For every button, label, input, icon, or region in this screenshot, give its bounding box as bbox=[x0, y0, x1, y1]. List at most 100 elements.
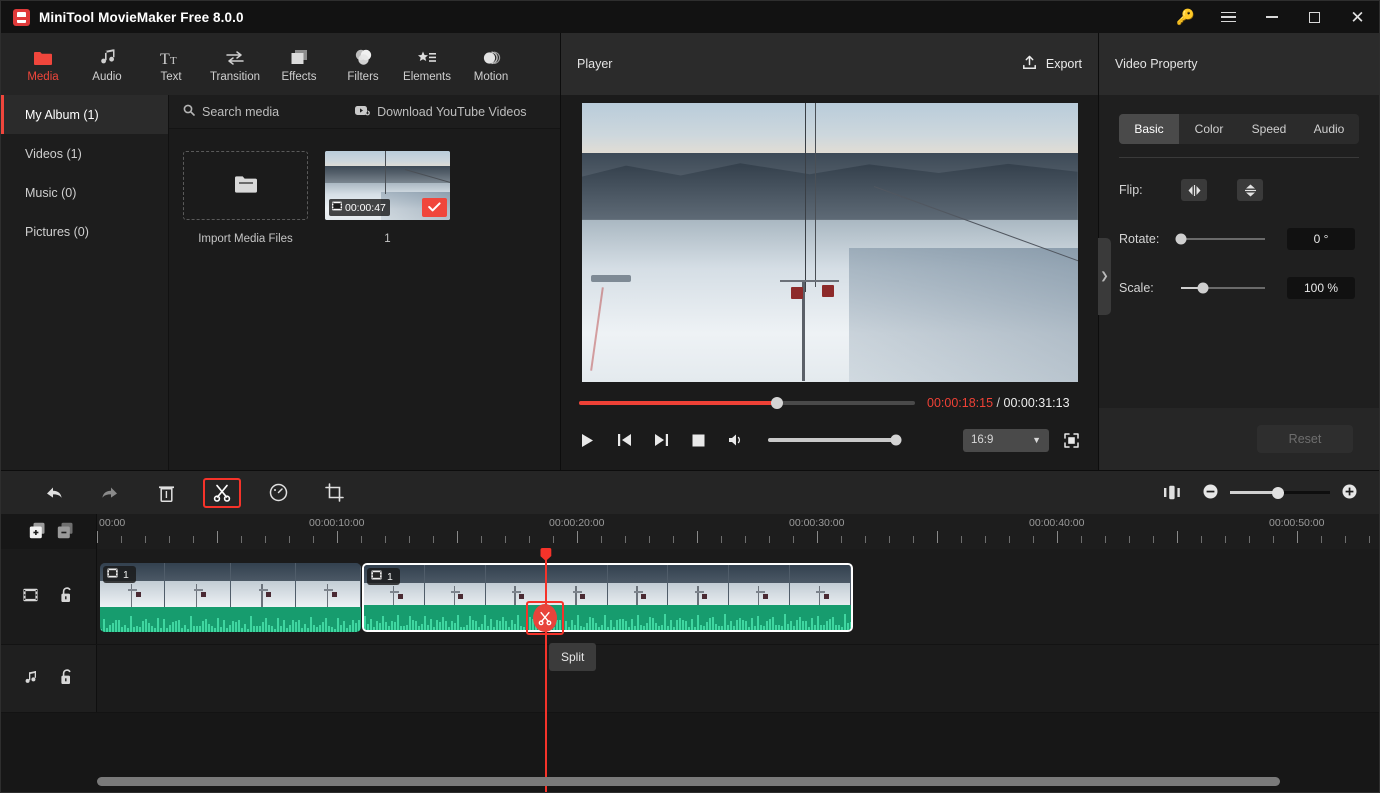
nav-item-elements[interactable]: Elements bbox=[395, 36, 459, 92]
import-media-cell: Import Media Files bbox=[183, 151, 308, 245]
ruler-tick-minor bbox=[673, 536, 674, 543]
rotate-slider[interactable] bbox=[1175, 233, 1265, 245]
add-track-icon[interactable] bbox=[29, 522, 46, 542]
scale-slider[interactable] bbox=[1181, 282, 1265, 294]
tab-speed[interactable]: Speed bbox=[1239, 114, 1299, 144]
ruler-tick-minor bbox=[313, 536, 314, 543]
minimize-icon[interactable] bbox=[1250, 1, 1293, 33]
timeline-toolbar bbox=[1, 470, 1379, 514]
timeline-ruler[interactable]: 00:00 00:00:10:00 00:00:20:00 00:00:30:00 00… bbox=[97, 514, 1379, 549]
scale-label: Scale: bbox=[1119, 281, 1154, 295]
search-input[interactable]: Search media bbox=[183, 104, 279, 119]
upload-icon bbox=[1022, 55, 1037, 73]
import-media-button[interactable] bbox=[183, 151, 308, 220]
fit-timeline-icon[interactable] bbox=[1153, 478, 1191, 508]
stop-icon[interactable] bbox=[690, 432, 707, 449]
sidebar-item-videos[interactable]: Videos (1) bbox=[1, 134, 168, 173]
timeline: 00:00 00:00:10:00 00:00:20:00 00:00:30:00 00… bbox=[1, 514, 1379, 792]
maximize-icon[interactable] bbox=[1293, 1, 1336, 33]
volume-icon[interactable] bbox=[727, 432, 744, 449]
seek-bar[interactable] bbox=[579, 397, 915, 409]
volume-slider[interactable] bbox=[768, 434, 902, 446]
download-youtube-label: Download YouTube Videos bbox=[377, 104, 527, 119]
ruler-tick-minor bbox=[1249, 536, 1250, 543]
split-marker-button[interactable] bbox=[526, 601, 564, 635]
rotate-value[interactable]: 0 ° bbox=[1287, 228, 1355, 250]
nav-label: Transition bbox=[209, 70, 261, 83]
nav-item-motion[interactable]: Motion bbox=[459, 36, 523, 92]
aspect-ratio-select[interactable]: 16:9 ▼ bbox=[963, 428, 1049, 452]
split-button[interactable] bbox=[203, 477, 241, 508]
video-track-body[interactable]: 11 bbox=[97, 549, 1379, 644]
undo-button[interactable] bbox=[35, 478, 73, 508]
media-selected-checkbox[interactable] bbox=[422, 198, 447, 217]
seek-handle[interactable] bbox=[771, 397, 784, 409]
tab-basic[interactable]: Basic bbox=[1119, 114, 1179, 144]
chevron-right-icon[interactable]: ❯ bbox=[1098, 238, 1111, 315]
sidebar-item-my-album[interactable]: My Album (1) bbox=[1, 95, 168, 134]
nav-item-text[interactable]: TT Text bbox=[139, 36, 203, 92]
delete-button[interactable] bbox=[147, 478, 185, 508]
volume-handle[interactable] bbox=[890, 434, 902, 446]
key-icon[interactable]: 🔑 bbox=[1164, 1, 1207, 33]
zoom-out-icon[interactable] bbox=[1203, 484, 1218, 502]
sidebar-item-pictures[interactable]: Pictures (0) bbox=[1, 212, 168, 251]
tab-label: Speed bbox=[1251, 122, 1287, 136]
clip-label: 1 bbox=[123, 568, 129, 581]
crop-button[interactable] bbox=[315, 478, 353, 508]
nav-item-transition[interactable]: Transition bbox=[203, 36, 267, 92]
scale-value[interactable]: 100 % bbox=[1287, 277, 1355, 299]
film-strip-icon bbox=[332, 201, 342, 214]
ruler-tick-minor bbox=[649, 536, 650, 543]
nav-label: Motion bbox=[473, 70, 509, 83]
video-stage bbox=[561, 95, 1098, 386]
speed-button[interactable] bbox=[259, 478, 297, 508]
nav-item-audio[interactable]: Audio bbox=[75, 36, 139, 92]
video-preview[interactable] bbox=[581, 102, 1078, 382]
unlock-icon[interactable] bbox=[60, 587, 74, 606]
property-header: Video Property bbox=[1099, 33, 1379, 95]
redo-button[interactable] bbox=[91, 478, 129, 508]
nav-item-media[interactable]: Media bbox=[11, 36, 75, 92]
reset-button[interactable]: Reset bbox=[1257, 425, 1353, 453]
zoom-slider-handle[interactable] bbox=[1272, 486, 1284, 499]
seek-fill bbox=[579, 401, 778, 405]
aspect-ratio-value: 16:9 bbox=[971, 434, 994, 446]
timeline-ruler-row: 00:00 00:00:10:00 00:00:20:00 00:00:30:00 00… bbox=[1, 514, 1379, 549]
fullscreen-icon[interactable] bbox=[1063, 432, 1080, 449]
audio-track-body[interactable] bbox=[97, 645, 1379, 712]
scrollbar-thumb[interactable] bbox=[97, 777, 1280, 786]
previous-frame-icon[interactable] bbox=[616, 432, 633, 449]
download-youtube-button[interactable]: Download YouTube Videos bbox=[355, 104, 527, 119]
playhead[interactable] bbox=[540, 548, 552, 792]
app-window: MiniTool MovieMaker Free 8.0.0 🔑 ✕ Media bbox=[0, 0, 1380, 793]
zoom-in-icon[interactable] bbox=[1342, 484, 1357, 502]
ruler-tick-minor bbox=[841, 536, 842, 543]
timeline-clip[interactable]: 1 bbox=[100, 563, 361, 632]
media-thumbnail[interactable]: 00:00:47 bbox=[325, 151, 450, 220]
next-frame-icon[interactable] bbox=[653, 432, 670, 449]
nav-item-effects[interactable]: Effects bbox=[267, 36, 331, 92]
ruler-tick-minor bbox=[601, 536, 602, 543]
scale-slider-handle[interactable] bbox=[1197, 282, 1209, 294]
zoom-slider[interactable] bbox=[1230, 486, 1330, 499]
flip-vertical-icon[interactable] bbox=[1237, 179, 1263, 201]
timeline-horizontal-scrollbar[interactable] bbox=[97, 777, 1369, 786]
close-icon[interactable]: ✕ bbox=[1336, 1, 1379, 33]
unlock-icon[interactable] bbox=[60, 669, 74, 688]
sidebar-item-label: Pictures (0) bbox=[25, 224, 89, 239]
ruler-label: 00:00:40:00 bbox=[1029, 517, 1085, 529]
flip-horizontal-icon[interactable] bbox=[1181, 179, 1207, 201]
tab-audio[interactable]: Audio bbox=[1299, 114, 1359, 144]
timeline-clip[interactable]: 1 bbox=[362, 563, 853, 632]
hamburger-menu-icon[interactable] bbox=[1207, 1, 1250, 33]
play-icon[interactable] bbox=[579, 432, 596, 449]
tab-color[interactable]: Color bbox=[1179, 114, 1239, 144]
nav-item-filters[interactable]: Filters bbox=[331, 36, 395, 92]
remove-track-icon[interactable] bbox=[57, 522, 74, 542]
export-button[interactable]: Export bbox=[1022, 55, 1082, 73]
search-placeholder: Search media bbox=[202, 104, 280, 119]
sidebar-item-music[interactable]: Music (0) bbox=[1, 173, 168, 212]
clip-thumbnail-frame bbox=[607, 565, 669, 609]
rotate-slider-handle[interactable] bbox=[1175, 233, 1187, 245]
